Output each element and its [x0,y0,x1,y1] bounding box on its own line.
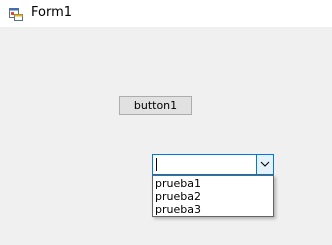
combobox[interactable] [152,154,274,175]
combobox-dropdown-list: prueba1 prueba2 prueba3 [152,175,274,217]
title-bar[interactable]: Form1 [0,0,332,27]
combobox-dropdown-button[interactable] [256,155,273,174]
dropdown-option[interactable]: prueba3 [155,203,201,216]
app-icon [9,6,23,21]
window-title: Form1 [31,5,73,20]
button1[interactable]: button1 [119,96,192,115]
text-caret [156,158,157,171]
combobox-input[interactable] [153,155,257,174]
form-window: Form1 button1 prueba1 prueba2 prueba3 [0,0,332,245]
dropdown-option[interactable]: prueba1 [155,177,201,190]
dropdown-option[interactable]: prueba2 [155,190,201,203]
chevron-down-icon [260,161,270,167]
